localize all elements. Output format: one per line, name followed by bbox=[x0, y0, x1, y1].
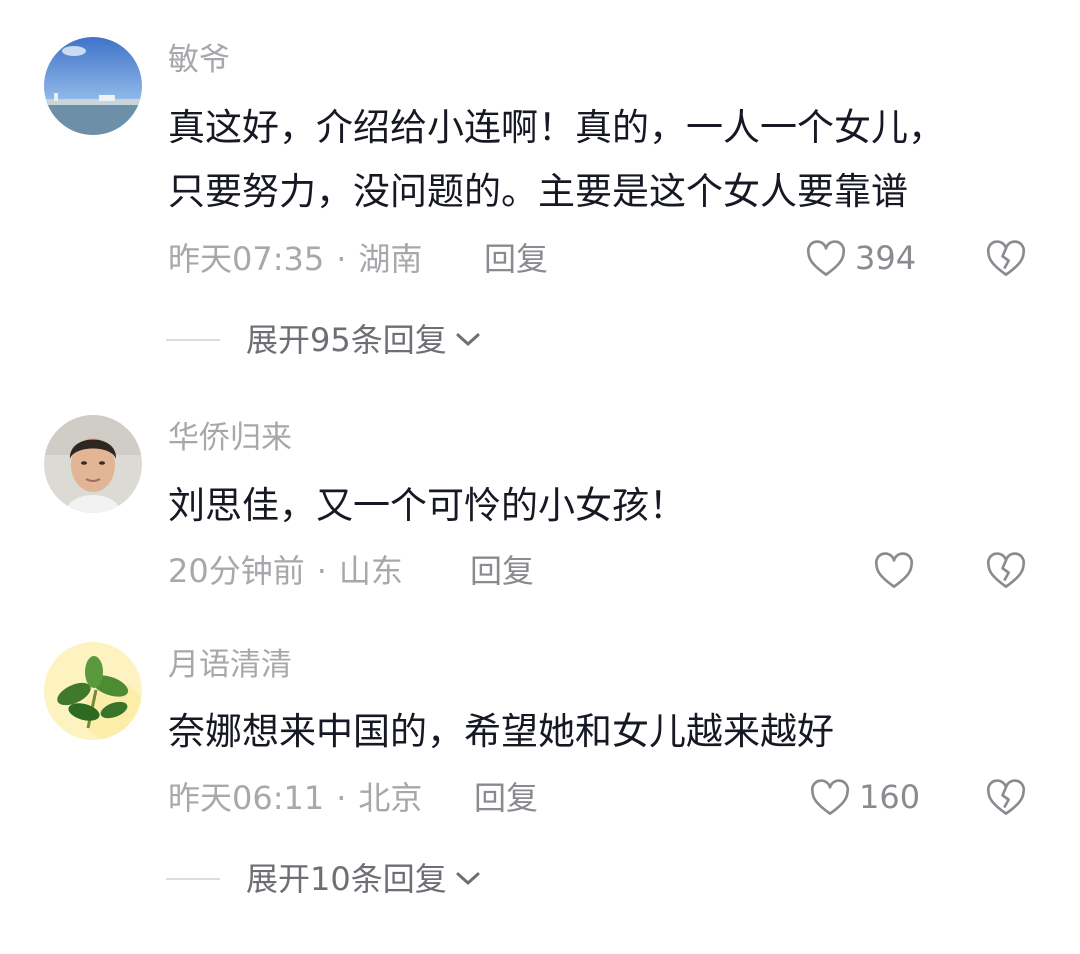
username[interactable]: 月语清清 bbox=[168, 650, 292, 681]
comment-time: 昨天06:11 bbox=[168, 779, 325, 817]
like-count: 160 bbox=[859, 778, 921, 816]
username[interactable]: 华侨归来 bbox=[168, 423, 292, 454]
reply-button[interactable]: 回复 bbox=[484, 243, 548, 275]
comment-location: 湖南 bbox=[358, 240, 423, 278]
username[interactable]: 敏爷 bbox=[168, 45, 230, 76]
heart-outline-icon bbox=[874, 552, 914, 588]
comment-meta: 昨天07:35 · 湖南 bbox=[168, 240, 423, 278]
heart-outline-icon bbox=[806, 240, 846, 276]
comment-meta: 昨天06:11 · 北京 bbox=[168, 779, 423, 817]
chevron-down-icon bbox=[456, 872, 480, 885]
comment-text: 刘思佳，又一个可怜的小女孩！ bbox=[168, 484, 686, 527]
expand-replies-label: 展开10条回复 bbox=[246, 860, 447, 898]
divider-line bbox=[166, 878, 220, 880]
expand-replies[interactable]: 展开95条回复 bbox=[166, 324, 481, 356]
expand-replies-label: 展开95条回复 bbox=[246, 321, 447, 359]
dislike-button[interactable] bbox=[985, 238, 1027, 282]
dislike-button[interactable] bbox=[985, 550, 1027, 594]
broken-heart-icon bbox=[986, 552, 1026, 588]
expand-replies[interactable]: 展开10条回复 bbox=[166, 863, 481, 895]
comment-location: 北京 bbox=[358, 779, 423, 817]
heart-outline-icon bbox=[810, 779, 850, 815]
like-button[interactable]: 394 bbox=[805, 238, 916, 278]
like-button[interactable] bbox=[873, 550, 915, 590]
avatar[interactable] bbox=[44, 37, 142, 135]
reply-button[interactable]: 回复 bbox=[474, 782, 538, 814]
broken-heart-icon bbox=[986, 779, 1026, 815]
comment-time: 昨天07:35 bbox=[168, 240, 325, 278]
comment-location: 山东 bbox=[338, 552, 403, 590]
broken-heart-icon bbox=[986, 240, 1026, 276]
comment-text: 奈娜想来中国的，希望她和女儿越来越好 bbox=[168, 710, 834, 753]
divider-line bbox=[166, 339, 220, 341]
avatar[interactable] bbox=[44, 642, 142, 740]
reply-button[interactable]: 回复 bbox=[470, 555, 534, 587]
chevron-down-icon bbox=[456, 333, 480, 346]
comment-text: 真这好，介绍给小连啊！真的，一人一个女儿， 只要努力，没问题的。主要是这个女人要… bbox=[168, 106, 945, 213]
comment-time: 20分钟前 bbox=[168, 552, 305, 590]
comment-meta: 20分钟前 · 山东 bbox=[168, 552, 403, 590]
avatar[interactable] bbox=[44, 415, 142, 513]
dislike-button[interactable] bbox=[985, 777, 1027, 821]
like-count: 394 bbox=[855, 239, 917, 277]
like-button[interactable]: 160 bbox=[809, 777, 920, 817]
